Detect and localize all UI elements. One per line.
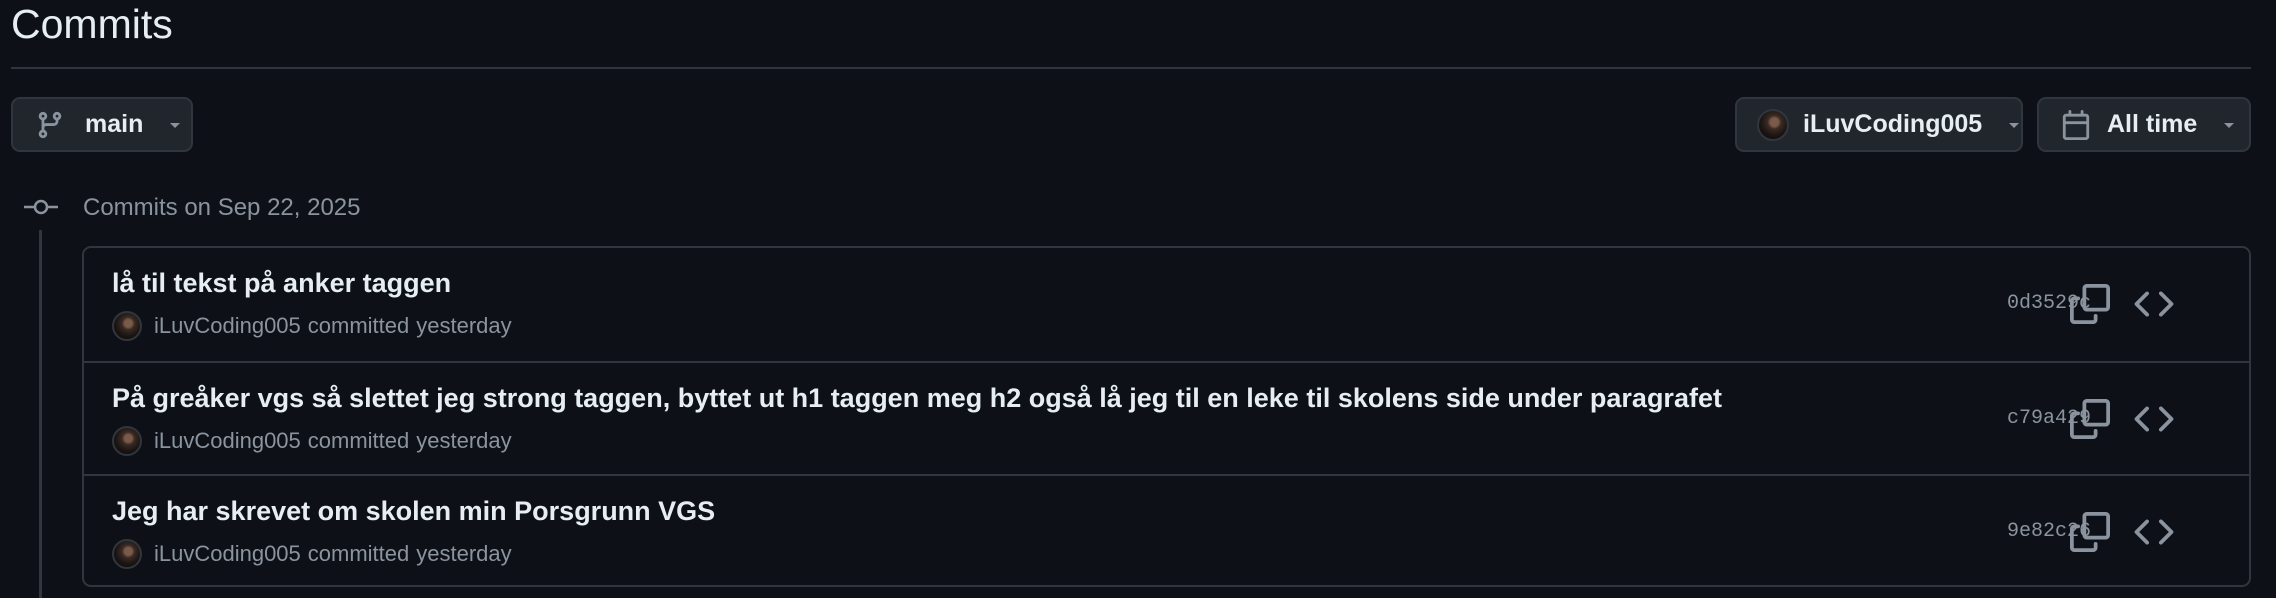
copy-icon (2070, 399, 2110, 439)
code-icon (2134, 512, 2174, 552)
commit-meta: iLuvCoding005 committed yesterday (112, 539, 512, 569)
commit-message-link[interactable]: Jeg har skrevet om skolen min Porsgrunn … (112, 496, 715, 527)
commit-row: På greåker vgs så slettet jeg strong tag… (84, 361, 2249, 474)
commit-verb: committed (307, 541, 410, 566)
commit-author-link[interactable]: iLuvCoding005 (154, 428, 301, 454)
commit-message-link[interactable]: På greåker vgs så slettet jeg strong tag… (112, 383, 1722, 414)
commit-list: lå til tekst på anker taggen iLuvCoding0… (82, 246, 2251, 587)
browse-files-button[interactable] (2134, 512, 2174, 552)
commit-row: lå til tekst på anker taggen iLuvCoding0… (84, 248, 2249, 361)
avatar[interactable] (112, 311, 142, 341)
commit-verb: committed (307, 428, 410, 453)
triangle-down-icon (2221, 117, 2237, 133)
triangle-down-icon (2006, 117, 2022, 133)
branch-label: main (85, 110, 144, 138)
copy-sha-button[interactable] (2070, 512, 2110, 552)
calendar-icon (2061, 109, 2091, 140)
git-branch-icon (35, 110, 65, 140)
copy-sha-button[interactable] (2070, 399, 2110, 439)
code-icon (2134, 399, 2174, 439)
commit-time: yesterday (416, 313, 512, 338)
triangle-down-icon (167, 117, 183, 133)
commit-meta: iLuvCoding005 committed yesterday (112, 311, 512, 341)
browse-files-button[interactable] (2134, 284, 2174, 324)
time-range-button[interactable]: All time (2037, 97, 2251, 152)
commit-author-link[interactable]: iLuvCoding005 (154, 541, 301, 567)
title-divider (11, 67, 2251, 69)
browse-files-button[interactable] (2134, 399, 2174, 439)
avatar[interactable] (112, 539, 142, 569)
commit-message-link[interactable]: lå til tekst på anker taggen (112, 268, 451, 299)
time-range-label: All time (2107, 110, 2198, 138)
git-commit-icon (24, 196, 58, 218)
copy-icon (2070, 512, 2110, 552)
commit-group-heading: Commits on Sep 22, 2025 (83, 194, 361, 221)
avatar[interactable] (112, 426, 142, 456)
commit-verb: committed (307, 313, 410, 338)
commit-author-link[interactable]: iLuvCoding005 (154, 313, 301, 339)
copy-icon (2070, 284, 2110, 324)
page-title: Commits (11, 1, 173, 47)
commit-time: yesterday (416, 541, 512, 566)
commit-row: Jeg har skrevet om skolen min Porsgrunn … (84, 474, 2249, 585)
copy-sha-button[interactable] (2070, 284, 2110, 324)
avatar (1757, 108, 1789, 141)
author-filter-button[interactable]: iLuvCoding005 (1735, 97, 2023, 152)
branch-select-button[interactable]: main (11, 97, 193, 152)
commit-meta: iLuvCoding005 committed yesterday (112, 426, 512, 456)
author-filter-label: iLuvCoding005 (1803, 110, 1983, 138)
timeline-line (39, 230, 42, 598)
commit-time: yesterday (416, 428, 512, 453)
code-icon (2134, 284, 2174, 324)
